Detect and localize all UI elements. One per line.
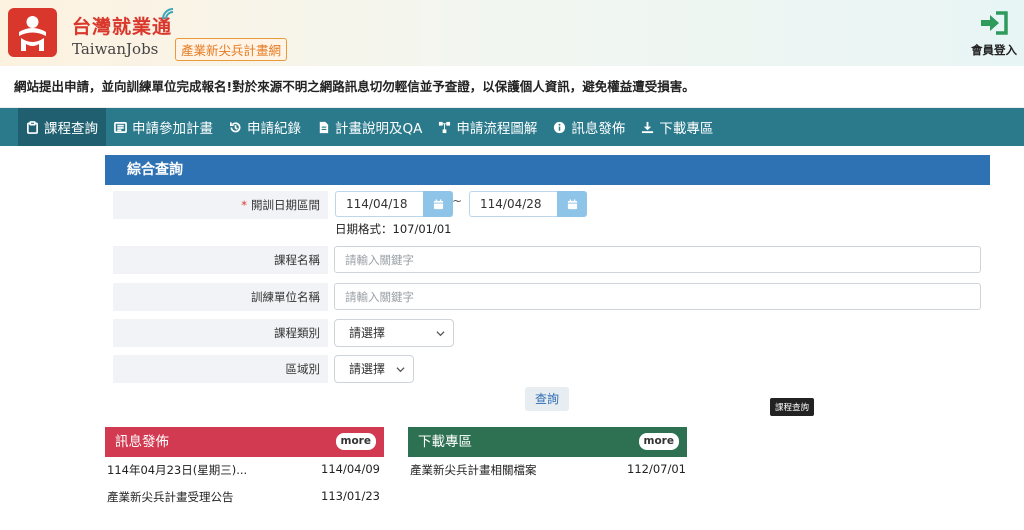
announcement-marquee: 網站提出申請，並向訓練單位完成報名!對於來源不明之網路訊息切勿輕信並予查證，以保… xyxy=(0,66,1024,108)
calendar-icon xyxy=(433,198,443,209)
info-icon xyxy=(554,121,566,133)
news-item-title[interactable]: 產業新尖兵計畫受理公告 xyxy=(107,489,234,505)
nav-apply[interactable]: 申請參加計畫 xyxy=(106,108,221,146)
date-format-hint: 日期格式：107/01/01 xyxy=(335,222,452,236)
nav-label: 課程查詢 xyxy=(44,121,98,137)
course-category-select[interactable]: 請選擇 xyxy=(334,319,454,347)
trainer-name-label: 訓練單位名稱 xyxy=(113,283,328,311)
main-nav: 課程查詢 申請參加計畫 申請紀錄 計畫說明及QA 申請流程圖解 訊息發佈 下載專… xyxy=(0,108,1024,146)
nav-label: 申請紀錄 xyxy=(247,121,301,137)
history-icon xyxy=(230,121,241,132)
document-icon xyxy=(319,121,329,133)
course-name-label: 課程名稱 xyxy=(113,246,328,274)
nav-downloads[interactable]: 下載專區 xyxy=(633,108,721,146)
date-range-label: * 開訓日期區間 xyxy=(113,191,328,219)
trainer-name-input[interactable] xyxy=(334,283,981,310)
date-to-calendar-button[interactable] xyxy=(557,191,587,217)
nav-plan-qa[interactable]: 計畫說明及QA xyxy=(309,108,430,146)
site-header: 台灣就業通 TaiwanJobs 產業新尖兵計畫網 會員登入 xyxy=(0,0,1024,66)
nav-course-search[interactable]: 課程查詢 xyxy=(18,108,106,146)
flowchart-icon xyxy=(439,121,451,133)
chevron-down-icon xyxy=(396,367,405,373)
nav-label: 申請流程圖解 xyxy=(456,121,538,137)
nav-process-diagram[interactable]: 申請流程圖解 xyxy=(430,108,545,146)
downloads-box-title: 下載專區 xyxy=(418,434,472,450)
chevron-down-icon xyxy=(436,331,445,337)
date-from-calendar-button[interactable] xyxy=(423,191,453,217)
date-separator: ~ xyxy=(452,194,463,208)
search-tooltip: 課程查詢 xyxy=(770,398,815,416)
date-to-input[interactable] xyxy=(469,191,557,217)
course-name-input[interactable] xyxy=(334,246,981,273)
form-icon xyxy=(114,121,127,133)
calendar-icon xyxy=(567,198,577,209)
region-select[interactable]: 請選擇 xyxy=(334,355,414,383)
nav-label: 申請參加計畫 xyxy=(132,121,213,137)
brand-title: 台灣就業通 xyxy=(72,16,173,38)
date-range-label-text: 開訓日期區間 xyxy=(251,198,320,212)
news-more-button[interactable]: more xyxy=(335,433,376,450)
news-box-title: 訊息發佈 xyxy=(115,434,169,450)
nav-label: 訊息發佈 xyxy=(571,121,626,137)
required-mark: * xyxy=(241,198,247,212)
login-label: 會員登入 xyxy=(971,43,1017,57)
logo-icon xyxy=(19,16,46,51)
download-item-title[interactable]: 產業新尖兵計畫相關檔案 xyxy=(410,462,537,478)
search-button[interactable]: 查詢 xyxy=(525,387,569,411)
nav-application-history[interactable]: 申請紀錄 xyxy=(221,108,309,146)
nav-label: 計畫說明及QA xyxy=(335,121,423,137)
news-item-date: 114/04/09 xyxy=(321,462,380,476)
taiwanjobs-logo[interactable] xyxy=(8,8,57,57)
signal-icon xyxy=(162,8,174,20)
brand-badge: 產業新尖兵計畫網 xyxy=(175,38,288,61)
nav-label: 下載專區 xyxy=(659,121,714,137)
downloads-box-header: 下載專區 more xyxy=(408,427,687,457)
course-category-value: 請選擇 xyxy=(349,326,386,340)
nav-news[interactable]: 訊息發佈 xyxy=(545,108,633,146)
course-category-label: 課程類別 xyxy=(113,319,328,347)
region-label: 區域別 xyxy=(113,355,328,383)
downloads-more-button[interactable]: more xyxy=(638,433,679,450)
date-from-input[interactable] xyxy=(335,191,423,217)
download-item-date: 112/07/01 xyxy=(627,462,686,476)
date-from-group xyxy=(335,191,453,217)
date-to-group xyxy=(469,191,587,217)
region-value: 請選擇 xyxy=(349,362,386,376)
clipboard-icon xyxy=(27,120,38,134)
news-item-title[interactable]: 114年04月23日(星期三)... xyxy=(107,462,247,478)
brand-subtitle: TaiwanJobs xyxy=(72,40,159,58)
download-icon xyxy=(642,121,654,133)
login-icon xyxy=(981,11,1008,35)
search-panel-title: 綜合查詢 xyxy=(105,155,990,185)
login-button[interactable]: 會員登入 xyxy=(968,10,1020,58)
news-item-date: 113/01/23 xyxy=(321,489,380,503)
news-box-header: 訊息發佈 more xyxy=(105,427,384,457)
